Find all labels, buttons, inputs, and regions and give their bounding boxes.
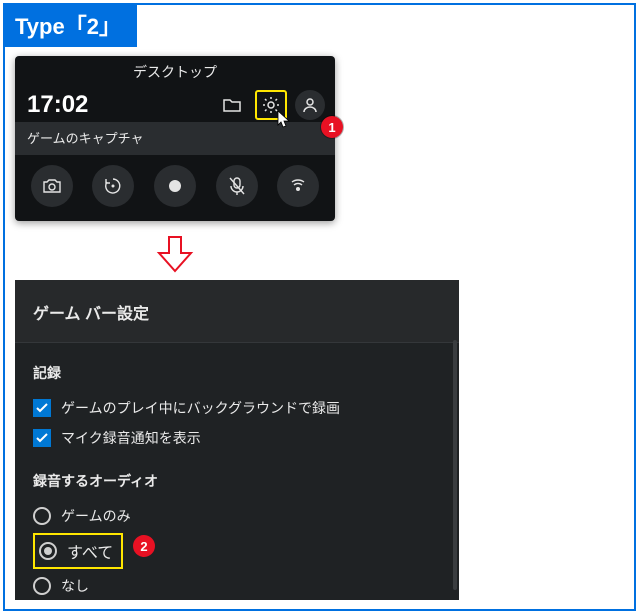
radio-label: ゲームのみ [61, 506, 131, 526]
broadcast-icon [289, 177, 307, 195]
radio-game-only[interactable]: ゲームのみ [33, 501, 441, 531]
folder-button[interactable] [217, 90, 247, 120]
down-arrow-icon [155, 235, 195, 273]
checkbox-label: ゲームのプレイ中にバックグラウンドで録画 [61, 398, 340, 418]
callout-badge-1: 1 [321, 116, 343, 138]
checkbox-mic-notify[interactable]: マイク録音通知を表示 [33, 423, 441, 453]
record-section-heading: 記録 [33, 363, 441, 383]
user-icon [302, 97, 318, 113]
settings-body: 記録 ゲームのプレイ中にバックグラウンドで録画 マイク録音通知を表示 録音するオ… [15, 343, 459, 600]
gamebar-header: 17:02 [15, 86, 335, 122]
camera-icon [42, 178, 62, 194]
rewind-icon [103, 176, 123, 196]
radio-label: すべて [67, 539, 113, 563]
radio-icon [33, 577, 51, 595]
record-button[interactable] [154, 165, 196, 207]
callout-badge-2: 2 [133, 535, 155, 557]
type-tab-label: Type「2」 [3, 3, 137, 47]
record-last-button[interactable] [92, 165, 134, 207]
clock-time: 17:02 [27, 91, 88, 119]
settings-title: ゲーム バー設定 [15, 280, 459, 343]
cursor-icon [277, 110, 291, 128]
gamebar-settings-panel: ゲーム バー設定 記録 ゲームのプレイ中にバックグラウンドで録画 マイク録音通知… [15, 280, 459, 600]
settings-button[interactable] [255, 90, 287, 120]
broadcast-button[interactable] [277, 165, 319, 207]
checkbox-bg-record[interactable]: ゲームのプレイ中にバックグラウンドで録画 [33, 393, 441, 423]
checkbox-checked-icon [33, 429, 51, 447]
audio-section-heading: 録音するオーディオ [33, 471, 441, 491]
gamebar-title: デスクトップ [15, 56, 335, 86]
gamebar-subtitle: ゲームのキャプチャ [27, 131, 143, 146]
radio-none[interactable]: なし [33, 571, 441, 600]
gamebar-controls [15, 155, 335, 221]
record-icon [168, 179, 182, 193]
radio-label: なし [61, 576, 89, 596]
mic-toggle-button[interactable] [216, 165, 258, 207]
radio-all[interactable]: すべて [33, 533, 123, 569]
account-button[interactable] [295, 90, 325, 120]
screenshot-button[interactable] [31, 165, 73, 207]
folder-icon [223, 98, 241, 112]
checkbox-label: マイク録音通知を表示 [61, 428, 201, 448]
mic-off-icon [228, 176, 246, 196]
checkbox-checked-icon [33, 399, 51, 417]
gamebar-widget: デスクトップ 17:02 ゲームのキャプチャ 1 [15, 56, 335, 221]
radio-icon [33, 507, 51, 525]
radio-checked-icon [39, 542, 57, 560]
